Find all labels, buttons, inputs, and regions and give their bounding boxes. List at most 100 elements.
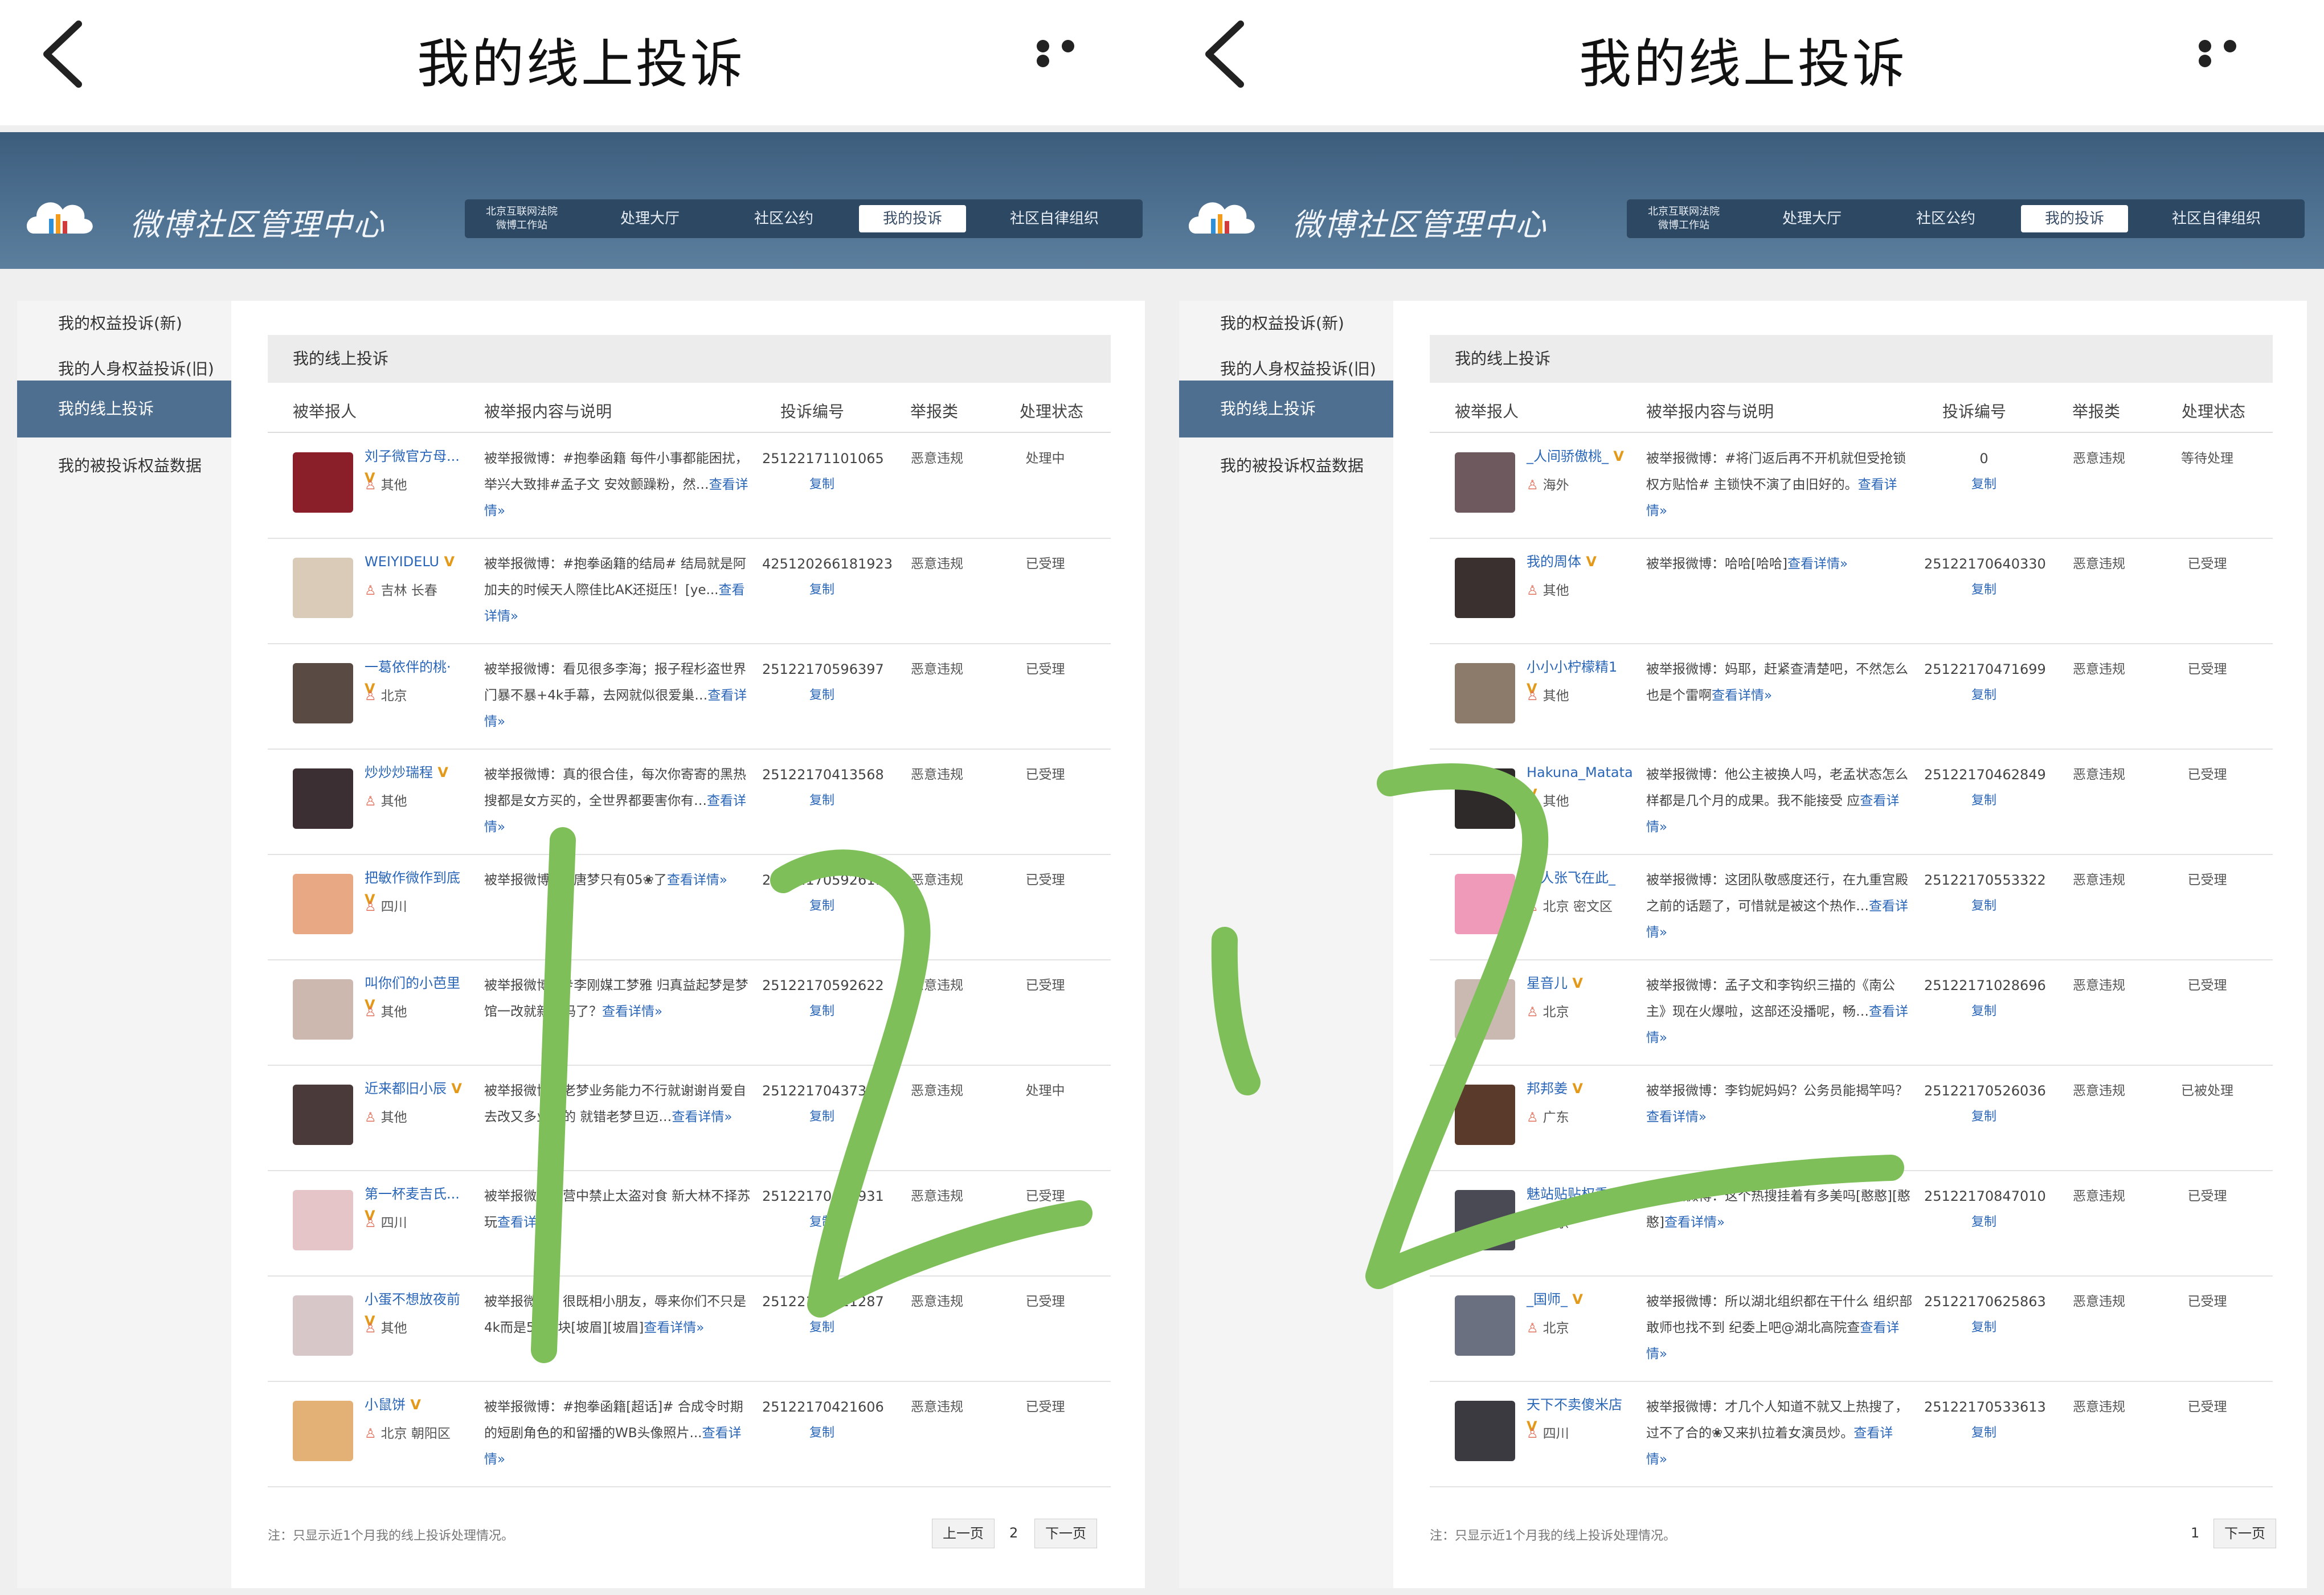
user-name-text[interactable]: WEIYIDELU: [365, 554, 439, 570]
view-details-link[interactable]: 查看详情»: [602, 1004, 662, 1019]
copy-button[interactable]: 复制: [762, 577, 882, 603]
avatar[interactable]: [1455, 663, 1515, 723]
nav-my-complaints[interactable]: 我的投诉: [2021, 205, 2128, 232]
copy-button[interactable]: 复制: [1924, 788, 2044, 814]
user-name-text[interactable]: 天下不卖傻米店: [1527, 1397, 1622, 1413]
reported-user-name[interactable]: 近来都旧小辰 V: [365, 1078, 465, 1099]
next-page-button[interactable]: 下一页: [1034, 1519, 1097, 1548]
copy-button[interactable]: 复制: [762, 1209, 882, 1236]
view-details-link[interactable]: 查看详情»: [1712, 688, 1772, 703]
view-details-link[interactable]: 查看详情»: [672, 1110, 732, 1124]
sidebar-item-online-complaints[interactable]: 我的线上投诉: [1179, 381, 1393, 437]
user-name-text[interactable]: 黑人张飞在此_: [1527, 870, 1615, 886]
user-name-text[interactable]: 叫你们的小芭里: [365, 975, 460, 991]
copy-button[interactable]: 复制: [1924, 682, 2044, 709]
avatar[interactable]: [293, 874, 353, 934]
user-name-text[interactable]: 第一杯麦吉氏...: [365, 1186, 460, 1202]
user-name-text[interactable]: 近来都旧小辰: [365, 1081, 447, 1097]
reported-user-name[interactable]: _国师_ V: [1527, 1289, 1627, 1310]
sidebar-item-complained-data[interactable]: 我的被投诉权益数据: [1179, 437, 1393, 494]
copy-button[interactable]: 复制: [762, 472, 882, 498]
view-details-link[interactable]: 查看详情»: [497, 1215, 558, 1230]
more-dots-icon[interactable]: [1037, 40, 1111, 67]
user-name-text[interactable]: 小蛋不想放夜前: [365, 1291, 460, 1307]
avatar[interactable]: [293, 663, 353, 723]
copy-button[interactable]: 复制: [762, 1420, 882, 1446]
reported-user-name[interactable]: 魅站贴贴权重 V: [1527, 1183, 1627, 1205]
user-name-text[interactable]: 刘子微官方母...: [365, 448, 460, 464]
nav-community-rules[interactable]: 社区公约: [721, 199, 846, 238]
nav-processing-hall[interactable]: 处理大厅: [1746, 199, 1877, 238]
avatar[interactable]: [1455, 768, 1515, 829]
user-name-text[interactable]: 小鼠饼: [365, 1397, 406, 1413]
copy-button[interactable]: 复制: [1924, 577, 2044, 603]
copy-button[interactable]: 复制: [1924, 472, 2044, 498]
copy-button[interactable]: 复制: [1924, 1315, 2044, 1341]
avatar[interactable]: [293, 979, 353, 1040]
avatar[interactable]: [1455, 1190, 1515, 1250]
sidebar-item-online-complaints[interactable]: 我的线上投诉: [17, 381, 231, 437]
user-name-text[interactable]: 小小小柠檬精1: [1527, 659, 1617, 675]
sidebar-item-rights-new[interactable]: 我的权益投诉(新): [17, 301, 231, 346]
view-details-link[interactable]: 查看详情»: [644, 1320, 704, 1335]
sidebar-item-complained-data[interactable]: 我的被投诉权益数据: [17, 437, 231, 494]
user-name-text[interactable]: 一葛依伴的桃·: [365, 659, 451, 675]
avatar[interactable]: [293, 1190, 353, 1250]
view-details-link[interactable]: 查看详情»: [667, 873, 727, 888]
prev-page-button[interactable]: 上一页: [932, 1519, 995, 1548]
view-details-link[interactable]: 查看详情»: [1787, 557, 1848, 571]
avatar[interactable]: [1455, 1401, 1515, 1461]
copy-button[interactable]: 复制: [762, 999, 882, 1025]
avatar[interactable]: [293, 1295, 353, 1356]
avatar[interactable]: [293, 1085, 353, 1145]
reported-user-name[interactable]: 我的周体 V: [1527, 551, 1627, 572]
avatar[interactable]: [293, 1401, 353, 1461]
avatar[interactable]: [1455, 1085, 1515, 1145]
user-name-text[interactable]: 魅站贴贴权重: [1527, 1186, 1609, 1202]
user-name-text[interactable]: _国师_: [1527, 1291, 1568, 1307]
nav-community-rules[interactable]: 社区公约: [1883, 199, 2008, 238]
nav-self-regulation[interactable]: 社区自律组织: [975, 199, 1134, 238]
copy-button[interactable]: 复制: [762, 682, 882, 709]
copy-button[interactable]: 复制: [1924, 893, 2044, 919]
reported-user-name[interactable]: 炒炒炒瑞程 V: [365, 762, 465, 783]
copy-button[interactable]: 复制: [762, 1104, 882, 1130]
copy-button[interactable]: 复制: [1924, 1104, 2044, 1130]
reported-user-name[interactable]: 小鼠饼 V: [365, 1394, 465, 1416]
nav-my-complaints[interactable]: 我的投诉: [859, 205, 966, 232]
avatar[interactable]: [293, 558, 353, 618]
nav-beijing-court[interactable]: 北京互联网法院 微博工作站: [1627, 199, 1741, 238]
copy-button[interactable]: 复制: [762, 788, 882, 814]
view-details-link[interactable]: 查看详情»: [1664, 1215, 1725, 1230]
view-details-link[interactable]: 查看详情»: [1646, 1110, 1707, 1124]
reported-user-name[interactable]: _人间骄傲桃_ V: [1527, 445, 1627, 467]
avatar[interactable]: [293, 768, 353, 829]
user-name-text[interactable]: 星音儿: [1527, 975, 1568, 991]
user-name-text[interactable]: _人间骄傲桃_: [1527, 448, 1609, 464]
copy-button[interactable]: 复制: [762, 893, 882, 919]
copy-button[interactable]: 复制: [1924, 999, 2044, 1025]
more-dots-icon[interactable]: [2199, 40, 2273, 67]
user-name-text[interactable]: 炒炒炒瑞程: [365, 764, 433, 780]
copy-button[interactable]: 复制: [762, 1315, 882, 1341]
reported-user-name[interactable]: 邦邦姜 V: [1527, 1078, 1627, 1099]
avatar[interactable]: [1455, 979, 1515, 1040]
avatar[interactable]: [1455, 1295, 1515, 1356]
user-name-text[interactable]: 我的周体: [1527, 554, 1581, 570]
user-name-text[interactable]: 邦邦姜: [1527, 1081, 1568, 1097]
nav-beijing-court[interactable]: 北京互联网法院 微博工作站: [465, 199, 579, 238]
copy-button[interactable]: 复制: [1924, 1209, 2044, 1236]
reported-user-name[interactable]: WEIYIDELU V: [365, 551, 465, 572]
avatar[interactable]: [1455, 874, 1515, 934]
sidebar-item-rights-new[interactable]: 我的权益投诉(新): [1179, 301, 1393, 346]
user-name-text[interactable]: Hakuna_Matata: [1527, 764, 1633, 780]
avatar[interactable]: [1455, 452, 1515, 513]
avatar[interactable]: [293, 452, 353, 513]
copy-button[interactable]: 复制: [1924, 1420, 2044, 1446]
next-page-button[interactable]: 下一页: [2213, 1519, 2276, 1548]
nav-processing-hall[interactable]: 处理大厅: [584, 199, 715, 238]
avatar[interactable]: [1455, 558, 1515, 618]
reported-user-name[interactable]: 星音儿 V: [1527, 972, 1627, 994]
nav-self-regulation[interactable]: 社区自律组织: [2137, 199, 2296, 238]
user-name-text[interactable]: 把敏作微作到底: [365, 870, 460, 886]
